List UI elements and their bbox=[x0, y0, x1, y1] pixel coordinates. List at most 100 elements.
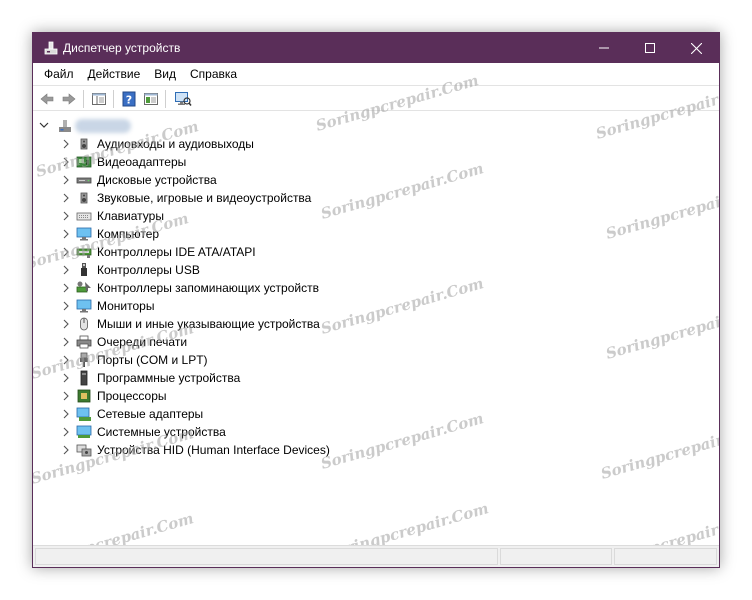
tree-root-computer[interactable] bbox=[33, 117, 333, 135]
tree-category-row[interactable]: Дисковые устройства bbox=[33, 171, 453, 189]
chevron-right-icon[interactable] bbox=[62, 139, 70, 149]
tree-category-label: Очереди печати bbox=[97, 335, 188, 349]
properties-button[interactable] bbox=[141, 89, 161, 109]
chevron-right-icon[interactable] bbox=[62, 355, 70, 365]
menu-file[interactable]: Файл bbox=[37, 64, 81, 84]
tree-category-label: Устройства HID (Human Interface Devices) bbox=[97, 443, 330, 457]
toolbar-separator bbox=[83, 90, 84, 108]
tree-category-row[interactable]: Программные устройства bbox=[33, 369, 453, 387]
tree-category-row[interactable]: Звуковые, игровые и видеоустройства bbox=[33, 189, 453, 207]
chevron-right-icon[interactable] bbox=[62, 247, 70, 257]
help-button[interactable]: ? bbox=[119, 89, 139, 109]
tree-category-label: Контроллеры USB bbox=[97, 263, 200, 277]
title-bar[interactable]: Диспетчер устройств bbox=[33, 33, 719, 63]
status-cell-main bbox=[35, 548, 498, 565]
back-button[interactable] bbox=[37, 89, 57, 109]
chevron-right-icon[interactable] bbox=[62, 157, 70, 167]
menu-action[interactable]: Действие bbox=[81, 64, 148, 84]
forward-button[interactable] bbox=[59, 89, 79, 109]
usb-icon bbox=[81, 263, 87, 276]
maximize-icon bbox=[645, 43, 655, 53]
tree-category-label: Видеоадаптеры bbox=[97, 155, 187, 169]
software-device-icon bbox=[80, 370, 88, 386]
tree-category-row[interactable]: Системные устройства bbox=[33, 423, 453, 441]
tree-category-row[interactable]: Устройства HID (Human Interface Devices) bbox=[33, 441, 453, 459]
svg-text:?: ? bbox=[126, 94, 132, 107]
chevron-down-icon[interactable] bbox=[39, 121, 49, 129]
tree-category-row[interactable]: Мыши и иные указывающие устройства bbox=[33, 315, 453, 333]
computer-icon bbox=[59, 120, 71, 132]
printer-icon bbox=[76, 335, 92, 349]
menu-help[interactable]: Справка bbox=[183, 64, 244, 84]
chevron-right-icon[interactable] bbox=[62, 319, 70, 329]
chevron-right-icon[interactable] bbox=[62, 211, 70, 221]
tree-category-row[interactable]: Контроллеры USB bbox=[33, 261, 453, 279]
chevron-right-icon[interactable] bbox=[62, 427, 70, 437]
help-icon: ? bbox=[122, 91, 136, 107]
tree-category-row[interactable]: Контроллеры IDE ATA/ATAPI bbox=[33, 243, 453, 261]
tree-category-row[interactable]: Аудиовходы и аудиовыходы bbox=[33, 135, 453, 153]
menu-action-label: Действие bbox=[87, 67, 141, 81]
mouse-icon bbox=[80, 317, 88, 331]
maximize-button[interactable] bbox=[627, 33, 673, 63]
minimize-button[interactable] bbox=[581, 33, 627, 63]
tree-category-label: Компьютер bbox=[97, 227, 160, 241]
chevron-right-icon[interactable] bbox=[62, 193, 70, 203]
forward-arrow-icon bbox=[62, 93, 76, 105]
tree-category-row[interactable]: Процессоры bbox=[33, 387, 453, 405]
menu-view[interactable]: Вид bbox=[147, 64, 183, 84]
tree-category-row[interactable]: Сетевые адаптеры bbox=[33, 405, 453, 423]
status-cell bbox=[614, 548, 717, 565]
tree-category-label: Порты (COM и LPT) bbox=[97, 353, 208, 367]
tree-category-row[interactable]: Клавиатуры bbox=[33, 207, 453, 225]
sound-device-icon bbox=[80, 192, 88, 204]
properties-icon bbox=[144, 93, 158, 105]
network-adapter-icon bbox=[76, 407, 91, 421]
scan-hardware-icon bbox=[175, 92, 192, 106]
menu-file-label: Файл bbox=[44, 67, 74, 81]
menu-bar: Файл Действие Вид Справка bbox=[33, 63, 719, 85]
tree-category-label: Мыши и иные указывающие устройства bbox=[97, 317, 320, 331]
toolbar-separator bbox=[113, 90, 114, 108]
tree-category-row[interactable]: Порты (COM и LPT) bbox=[33, 351, 453, 369]
tree-category-row[interactable]: Мониторы bbox=[33, 297, 453, 315]
tree-category-row[interactable]: Контроллеры запоминающих устройств bbox=[33, 279, 453, 297]
console-tree-button[interactable] bbox=[89, 89, 109, 109]
close-icon bbox=[690, 42, 702, 54]
keyboard-icon bbox=[76, 212, 92, 221]
tree-category-row[interactable]: Очереди печати bbox=[33, 333, 453, 351]
chevron-right-icon[interactable] bbox=[62, 265, 70, 275]
tree-category-label: Звуковые, игровые и видеоустройства bbox=[97, 191, 312, 205]
chevron-right-icon[interactable] bbox=[62, 373, 70, 383]
toolbar-separator bbox=[165, 90, 166, 108]
minimize-icon bbox=[599, 47, 609, 49]
chevron-right-icon[interactable] bbox=[62, 337, 70, 347]
chevron-right-icon[interactable] bbox=[62, 175, 70, 185]
port-icon bbox=[80, 352, 88, 367]
chevron-right-icon[interactable] bbox=[62, 301, 70, 311]
processor-icon bbox=[77, 389, 91, 403]
chevron-right-icon[interactable] bbox=[62, 283, 70, 293]
tree-category-label: Процессоры bbox=[97, 389, 167, 403]
chevron-right-icon[interactable] bbox=[62, 391, 70, 401]
menu-help-label: Справка bbox=[190, 67, 238, 81]
display-adapter-icon bbox=[76, 156, 92, 168]
chevron-right-icon[interactable] bbox=[62, 229, 70, 239]
watermark-text: Soringpcrepair.Com bbox=[598, 419, 720, 483]
scan-hardware-button[interactable] bbox=[173, 89, 193, 109]
chevron-right-icon[interactable] bbox=[62, 445, 70, 455]
tree-category-label: Сетевые адаптеры bbox=[97, 407, 204, 421]
close-button[interactable] bbox=[673, 33, 719, 63]
system-device-icon bbox=[76, 425, 92, 438]
storage-controller-icon bbox=[76, 281, 91, 293]
tree-category-row[interactable]: Видеоадаптеры bbox=[33, 153, 453, 171]
chevron-right-icon[interactable] bbox=[62, 409, 70, 419]
tree-category-label: Дисковые устройства bbox=[97, 173, 217, 187]
device-manager-icon bbox=[44, 41, 58, 55]
tree-category-row[interactable]: Компьютер bbox=[33, 225, 453, 243]
tree-category-label: Программные устройства bbox=[97, 371, 241, 385]
computer-name-blurred bbox=[75, 119, 131, 133]
tree-category-label: Контроллеры IDE ATA/ATAPI bbox=[97, 245, 256, 259]
speaker-icon bbox=[80, 138, 88, 150]
device-manager-window: Диспетчер устройств Файл Действие Вид Сп… bbox=[32, 32, 720, 568]
